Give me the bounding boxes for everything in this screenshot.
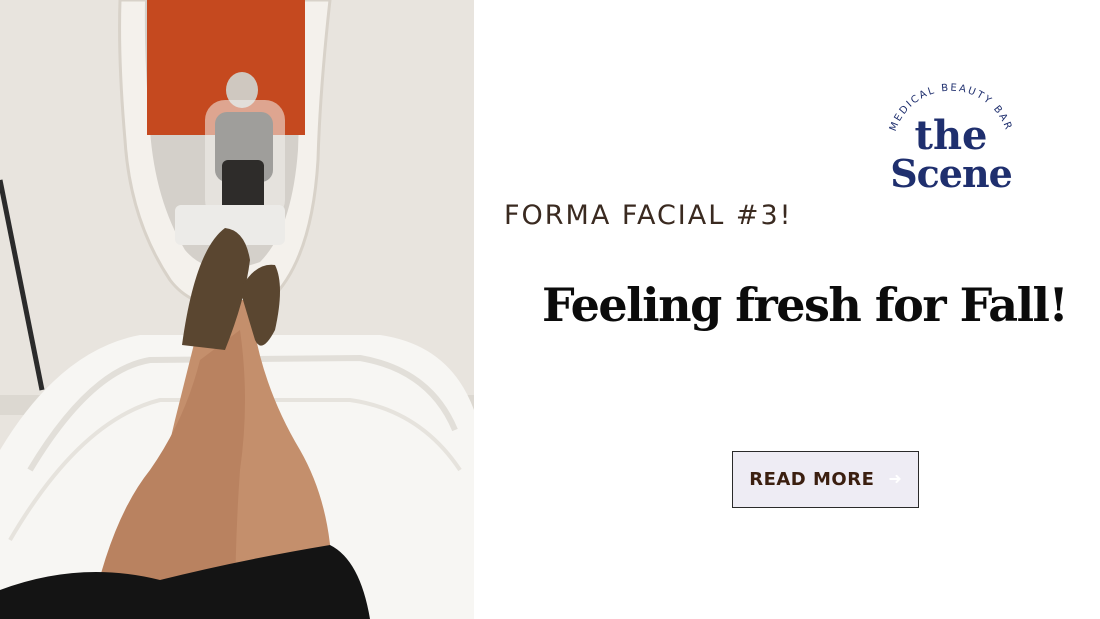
logo-word-scene: Scene: [890, 151, 1013, 196]
read-more-button[interactable]: READ MORE ➜: [732, 451, 919, 508]
post-eyebrow: FORMA FACIAL #3!: [504, 200, 793, 231]
logo-word-the: the: [914, 112, 988, 159]
read-more-label: READ MORE: [749, 469, 875, 490]
post-headline: Feeling fresh for Fall!: [542, 278, 1069, 332]
arrow-right-icon: ➜: [888, 470, 902, 488]
brand-logo: MEDICAL BEAUTY BAR the Scene: [876, 76, 1026, 206]
content-panel: MEDICAL BEAUTY BAR the Scene FORMA FACIA…: [474, 0, 1100, 619]
hero-photo: [0, 0, 474, 619]
